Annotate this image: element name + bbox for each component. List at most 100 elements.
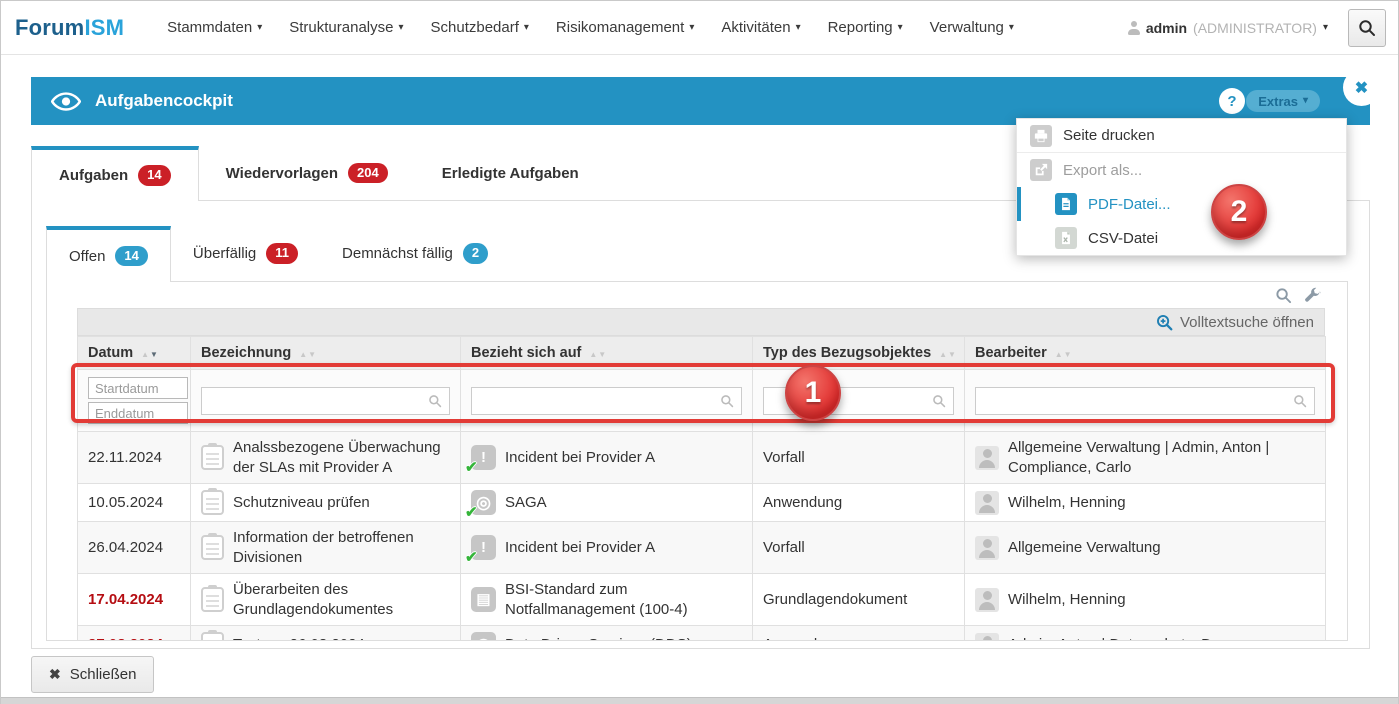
table-tools (1275, 287, 1321, 304)
help-button[interactable]: ? (1219, 88, 1245, 114)
filter-row (78, 370, 1326, 432)
bezieht-sich-auf-filter-input[interactable] (471, 387, 742, 415)
menu-verwaltung[interactable]: Verwaltung▾ (930, 19, 1014, 36)
application-window: ForumISM Stammdaten▾ Strukturanalyse▾ Sc… (0, 0, 1399, 704)
menu-strukturanalyse[interactable]: Strukturanalyse▾ (289, 19, 403, 36)
task-reference: Incident bei Provider A (505, 538, 742, 558)
table-row[interactable]: 22.11.2024 Analssbezogene Überwachung de… (78, 432, 1326, 484)
page-title: Aufgabencockpit (95, 91, 233, 111)
task-date: 10.05.2024 (78, 484, 191, 522)
column-header-bezeichnung[interactable]: Bezeichnung▲▼ (191, 337, 461, 370)
startdatum-filter-input[interactable] (88, 377, 188, 399)
person-icon (975, 491, 999, 515)
task-assignees: Wilhelm, Henning (1008, 590, 1315, 610)
column-header-typ[interactable]: Typ des Bezugsobjektes▲▼ (753, 337, 965, 370)
subtab-badge: 14 (115, 246, 147, 266)
tab-erledigte-aufgaben[interactable]: Erledigte Aufgaben (415, 146, 606, 200)
search-icon (932, 394, 946, 408)
reference-icon: ✔ (471, 445, 496, 470)
menu-stammdaten[interactable]: Stammdaten▾ (167, 19, 262, 36)
user-name: admin (1146, 20, 1187, 36)
task-icon (201, 587, 224, 612)
check-icon: ✔ (465, 458, 478, 478)
column-header-datum[interactable]: Datum▲▼ (78, 337, 191, 370)
tab-wiedervorlagen[interactable]: Wiedervorlagen 204 (199, 146, 415, 200)
wrench-icon (1304, 287, 1321, 304)
task-icon (201, 535, 224, 560)
eye-icon (51, 92, 81, 111)
dialog-close-button[interactable]: ✖ (1343, 69, 1380, 106)
reference-icon: ✔ (471, 587, 496, 612)
pdf-file-icon (1055, 193, 1077, 215)
menu-item-pdf-datei[interactable]: PDF-Datei... (1017, 187, 1346, 221)
extras-button[interactable]: Extras ▾ (1246, 90, 1320, 112)
global-search-button[interactable] (1348, 9, 1386, 47)
close-dialog-button[interactable]: ✖ Schließen (31, 656, 154, 693)
task-reference: SAGA (505, 493, 742, 513)
sub-tab-bar: Offen 14 Überfällig 11 Demnächst fällig … (46, 226, 510, 281)
menu-schutzbedarf[interactable]: Schutzbedarf▾ (431, 19, 529, 36)
close-icon: ✖ (49, 666, 61, 683)
zoom-in-icon (1156, 314, 1173, 331)
task-icon (201, 445, 224, 470)
chevron-down-icon: ▾ (398, 23, 403, 33)
tab-badge: 14 (138, 165, 170, 185)
menu-risikomanagement[interactable]: Risikomanagement▾ (556, 19, 694, 36)
task-title: Information der betroffenen Divisionen (233, 528, 450, 567)
table-row[interactable]: 26.04.2024 Information der betroffenen D… (78, 522, 1326, 574)
menu-reporting[interactable]: Reporting▾ (828, 19, 903, 36)
menu-item-export-als[interactable]: Export als... (1017, 153, 1346, 187)
close-icon: ✖ (1355, 78, 1368, 98)
logo-primary: Forum (15, 15, 84, 40)
task-date: 27.03.2024 (78, 626, 191, 642)
csv-file-icon (1055, 227, 1077, 249)
chevron-down-icon: ▾ (524, 23, 529, 33)
export-icon (1030, 159, 1052, 181)
task-assignees: Wilhelm, Henning (1008, 493, 1315, 513)
top-navigation-bar: ForumISM Stammdaten▾ Strukturanalyse▾ Sc… (1, 1, 1398, 55)
enddatum-filter-input[interactable] (88, 402, 188, 424)
subtab-ueberfaellig[interactable]: Überfällig 11 (171, 226, 320, 281)
reference-icon: ✔ (471, 535, 496, 560)
user-icon (1128, 21, 1140, 35)
typ-filter-input[interactable] (763, 387, 954, 415)
bearbeiter-filter-input[interactable] (975, 387, 1315, 415)
table-settings-button[interactable] (1304, 287, 1321, 304)
sort-icon: ▲▼ (939, 350, 957, 359)
task-reference: BSI-Standard zum Notfallmanagement (100-… (505, 580, 742, 619)
task-date: 22.11.2024 (78, 432, 191, 484)
user-menu[interactable]: admin (ADMINISTRATOR) ▾ (1128, 20, 1328, 36)
table-search-button[interactable] (1275, 287, 1292, 304)
task-title: Test am 26.03.2024 (233, 635, 450, 641)
tab-aufgaben[interactable]: Aufgaben 14 (31, 146, 199, 201)
app-logo[interactable]: ForumISM (15, 15, 124, 41)
task-title: Analssbezogene Überwachung der SLAs mit … (233, 438, 450, 477)
logo-accent: ISM (84, 15, 124, 40)
sort-icon: ▲▼ (1055, 350, 1073, 359)
table-row[interactable]: 10.05.2024 Schutzniveau prüfen ✔ SAGA An… (78, 484, 1326, 522)
bezeichnung-filter-input[interactable] (201, 387, 450, 415)
reference-icon: ✔ (471, 632, 496, 641)
column-header-bezieht-sich-auf[interactable]: Bezieht sich auf▲▼ (461, 337, 753, 370)
task-date: 17.04.2024 (78, 574, 191, 626)
table-row[interactable]: 27.03.2024 Test am 26.03.2024 ✔ Data Dri… (78, 626, 1326, 642)
search-icon (428, 394, 442, 408)
chevron-down-icon: ▾ (1303, 96, 1308, 106)
table-row[interactable]: 17.04.2024 Überarbeiten des Grundlagendo… (78, 574, 1326, 626)
task-reference-type: Anwendung (753, 626, 965, 642)
column-header-bearbeiter[interactable]: Bearbeiter▲▼ (965, 337, 1326, 370)
menu-item-seite-drucken[interactable]: Seite drucken (1017, 119, 1346, 153)
chevron-down-icon: ▾ (796, 23, 801, 33)
fulltext-search-toggle[interactable]: Volltextsuche öffnen (77, 308, 1325, 336)
task-reference-type: Vorfall (753, 432, 965, 484)
tab-badge: 204 (348, 163, 388, 183)
user-role: (ADMINISTRATOR) (1193, 20, 1317, 36)
subtab-offen[interactable]: Offen 14 (46, 226, 171, 282)
reference-icon: ✔ (471, 490, 496, 515)
task-title: Schutzniveau prüfen (233, 493, 450, 513)
menu-item-csv-datei[interactable]: CSV-Datei (1017, 221, 1346, 255)
subtab-demnaechst-faellig[interactable]: Demnächst fällig 2 (320, 226, 510, 281)
task-reference: Data Driven Services (DDS) (505, 635, 742, 641)
menu-aktivitaeten[interactable]: Aktivitäten▾ (721, 19, 800, 36)
sort-icon: ▲▼ (589, 350, 607, 359)
